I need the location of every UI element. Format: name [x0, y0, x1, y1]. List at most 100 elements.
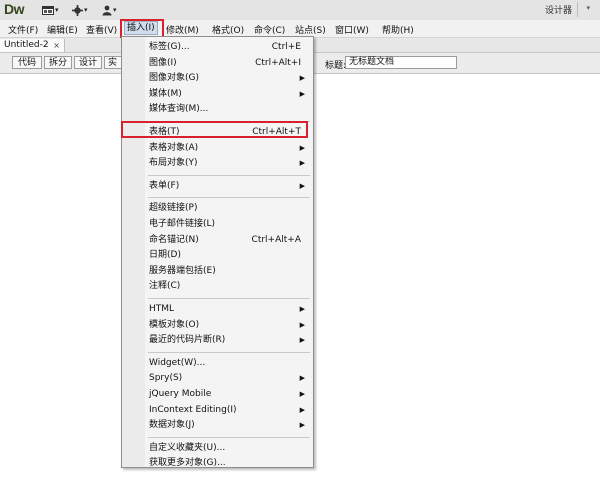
menu-item[interactable]: 表格对象(A) ▶ [149, 141, 309, 155]
table-item-highlight-box [121, 121, 308, 138]
title-label: 标题: [325, 61, 347, 71]
menu-item-label: 超级链接(P) [149, 203, 198, 214]
code-view-button[interactable]: 代码 [12, 56, 42, 69]
menu-item[interactable]: 图像对象(G) ▶ [149, 71, 309, 85]
menu-item[interactable]: 标签(G)... Ctrl+E [149, 40, 309, 54]
menu-item[interactable]: HTML ▶ [149, 302, 309, 316]
menu-view[interactable]: 查看(V) [86, 23, 117, 36]
menu-item[interactable]: 获取更多对象(G)... [149, 456, 309, 470]
close-icon[interactable]: × [53, 39, 60, 52]
menu-item[interactable]: 表单(F) ▶ [149, 179, 309, 193]
menu-item-label: 日期(D) [149, 250, 181, 261]
submenu-arrow-icon: ▶ [299, 159, 305, 168]
submenu-arrow-icon: ▶ [299, 374, 305, 383]
menu-item-label: 最近的代码片断(R) [149, 335, 226, 346]
divider [577, 2, 578, 17]
menu-item-label: 服务器端包括(E) [149, 265, 216, 276]
document-tab[interactable]: Untitled-2 × [0, 39, 65, 52]
menu-item[interactable]: Spry(S) ▶ [149, 371, 309, 385]
layout-icon [42, 5, 54, 15]
chevron-down-icon[interactable]: ▾ [586, 4, 590, 12]
menu-item-label: 图像对象(G) [149, 73, 199, 84]
insert-dropdown-menu: 标签(G)... Ctrl+E 图像(I) Ctrl+Alt+I 图像对象(G) ▶ 媒体(… [121, 36, 314, 468]
split-view-button[interactable]: 拆分 [44, 56, 72, 69]
menu-item[interactable]: 数据对象(J) ▶ [149, 418, 309, 432]
menu-item[interactable]: Widget(W)... [149, 356, 309, 370]
menu-item-label: 标签(G)... [149, 42, 190, 52]
menu-item-label: 获取更多对象(G)... [149, 458, 226, 469]
submenu-arrow-icon: ▶ [299, 336, 305, 345]
menu-item[interactable]: 服务器端包括(E) [149, 264, 309, 278]
submenu-arrow-icon: ▶ [299, 89, 305, 98]
menu-window[interactable]: 窗口(W) [335, 23, 369, 36]
submenu-arrow-icon: ▶ [299, 320, 305, 329]
menu-help[interactable]: 帮助(H) [382, 23, 414, 36]
chevron-down-icon: ▾ [84, 6, 88, 14]
menu-item[interactable]: jQuery Mobile ▶ [149, 387, 309, 401]
menu-item-label: 电子邮件链接(L) [149, 219, 216, 229]
dreamweaver-logo: Dw [4, 1, 25, 17]
menu-icon-gutter [122, 37, 145, 467]
menu-item-label: 布局对象(Y) [149, 158, 198, 169]
menu-item-label: 媒体(M) [149, 88, 182, 99]
document-tab-label: Untitled-2 [4, 40, 49, 50]
menu-item-label: 表格对象(A) [149, 142, 199, 153]
menu-separator [148, 174, 310, 176]
menu-commands[interactable]: 命令(C) [254, 23, 285, 36]
menu-item[interactable]: 媒体(M) ▶ [149, 87, 309, 101]
design-view-button[interactable]: 设计 [74, 56, 102, 69]
menu-item-label: 注释(C) [149, 281, 181, 292]
chevron-down-icon: ▾ [55, 6, 59, 14]
menu-item[interactable]: 超级链接(P) [149, 201, 309, 215]
menu-item[interactable]: 日期(D) [149, 248, 309, 262]
menu-item[interactable]: 注释(C) [149, 279, 309, 293]
workspace-switcher[interactable]: 设计器 [545, 3, 572, 16]
settings-button[interactable]: ▾ [72, 4, 88, 16]
gear-icon [72, 4, 83, 16]
submenu-arrow-icon: ▶ [299, 74, 305, 83]
menu-file[interactable]: 文件(F) [8, 23, 38, 36]
menu-edit[interactable]: 编辑(E) [47, 23, 78, 36]
user-button[interactable]: ▾ [102, 4, 117, 16]
menu-item-shortcut: Ctrl+Alt+I [255, 57, 301, 68]
menu-item-label: InContext Editing(I) [149, 404, 237, 415]
menu-separator [148, 197, 310, 199]
menu-item[interactable]: 自定义收藏夹(U)... [149, 441, 309, 455]
submenu-arrow-icon: ▶ [299, 143, 305, 152]
menu-item[interactable]: InContext Editing(I) ▶ [149, 403, 309, 417]
menu-separator [148, 436, 310, 438]
menu-item-label: 命名锚记(N) [149, 234, 199, 245]
menu-item[interactable]: 电子邮件链接(L) [149, 217, 309, 231]
submenu-arrow-icon: ▶ [299, 405, 305, 414]
menu-item[interactable]: 布局对象(Y) ▶ [149, 156, 309, 170]
chevron-down-icon: ▾ [113, 6, 117, 14]
app-bar: Dw ▾ ▾ ▾ 设计器 ▾ [0, 0, 600, 21]
layout-button[interactable]: ▾ [42, 4, 59, 16]
title-input[interactable]: 无标题文档 [345, 56, 457, 69]
menu-item-label: 图像(I) [149, 57, 177, 68]
menu-item-label: 数据对象(J) [149, 420, 195, 431]
menu-item-label: jQuery Mobile [149, 389, 212, 399]
menu-item[interactable]: 命名锚记(N) Ctrl+Alt+A [149, 233, 309, 247]
menu-site[interactable]: 站点(S) [295, 23, 326, 36]
user-icon [102, 5, 112, 15]
menu-separator [148, 351, 310, 353]
submenu-arrow-icon: ▶ [299, 421, 305, 430]
menu-format[interactable]: 格式(O) [212, 23, 244, 36]
menu-separator [148, 298, 310, 299]
menu-item-shortcut: Ctrl+E [271, 42, 301, 52]
menu-item-label: 模板对象(O) [149, 319, 200, 330]
menu-item-label: 媒体查询(M)... [149, 104, 209, 115]
menu-modify[interactable]: 修改(M) [166, 23, 199, 36]
menu-item[interactable]: 最近的代码片断(R) ▶ [149, 333, 309, 347]
menu-item-label: HTML [149, 304, 175, 314]
submenu-arrow-icon: ▶ [299, 305, 305, 313]
menu-item-label: Widget(W)... [149, 357, 206, 368]
submenu-arrow-icon: ▶ [299, 390, 305, 398]
menu-item-label: Spry(S) [149, 373, 183, 384]
menu-item[interactable]: 图像(I) Ctrl+Alt+I [149, 56, 309, 70]
menu-item-label: 自定义收藏夹(U)... [149, 442, 226, 453]
menu-item-shortcut: Ctrl+Alt+A [251, 234, 301, 245]
menu-item[interactable]: 媒体查询(M)... [149, 102, 309, 116]
menu-item[interactable]: 模板对象(O) ▶ [149, 318, 309, 332]
